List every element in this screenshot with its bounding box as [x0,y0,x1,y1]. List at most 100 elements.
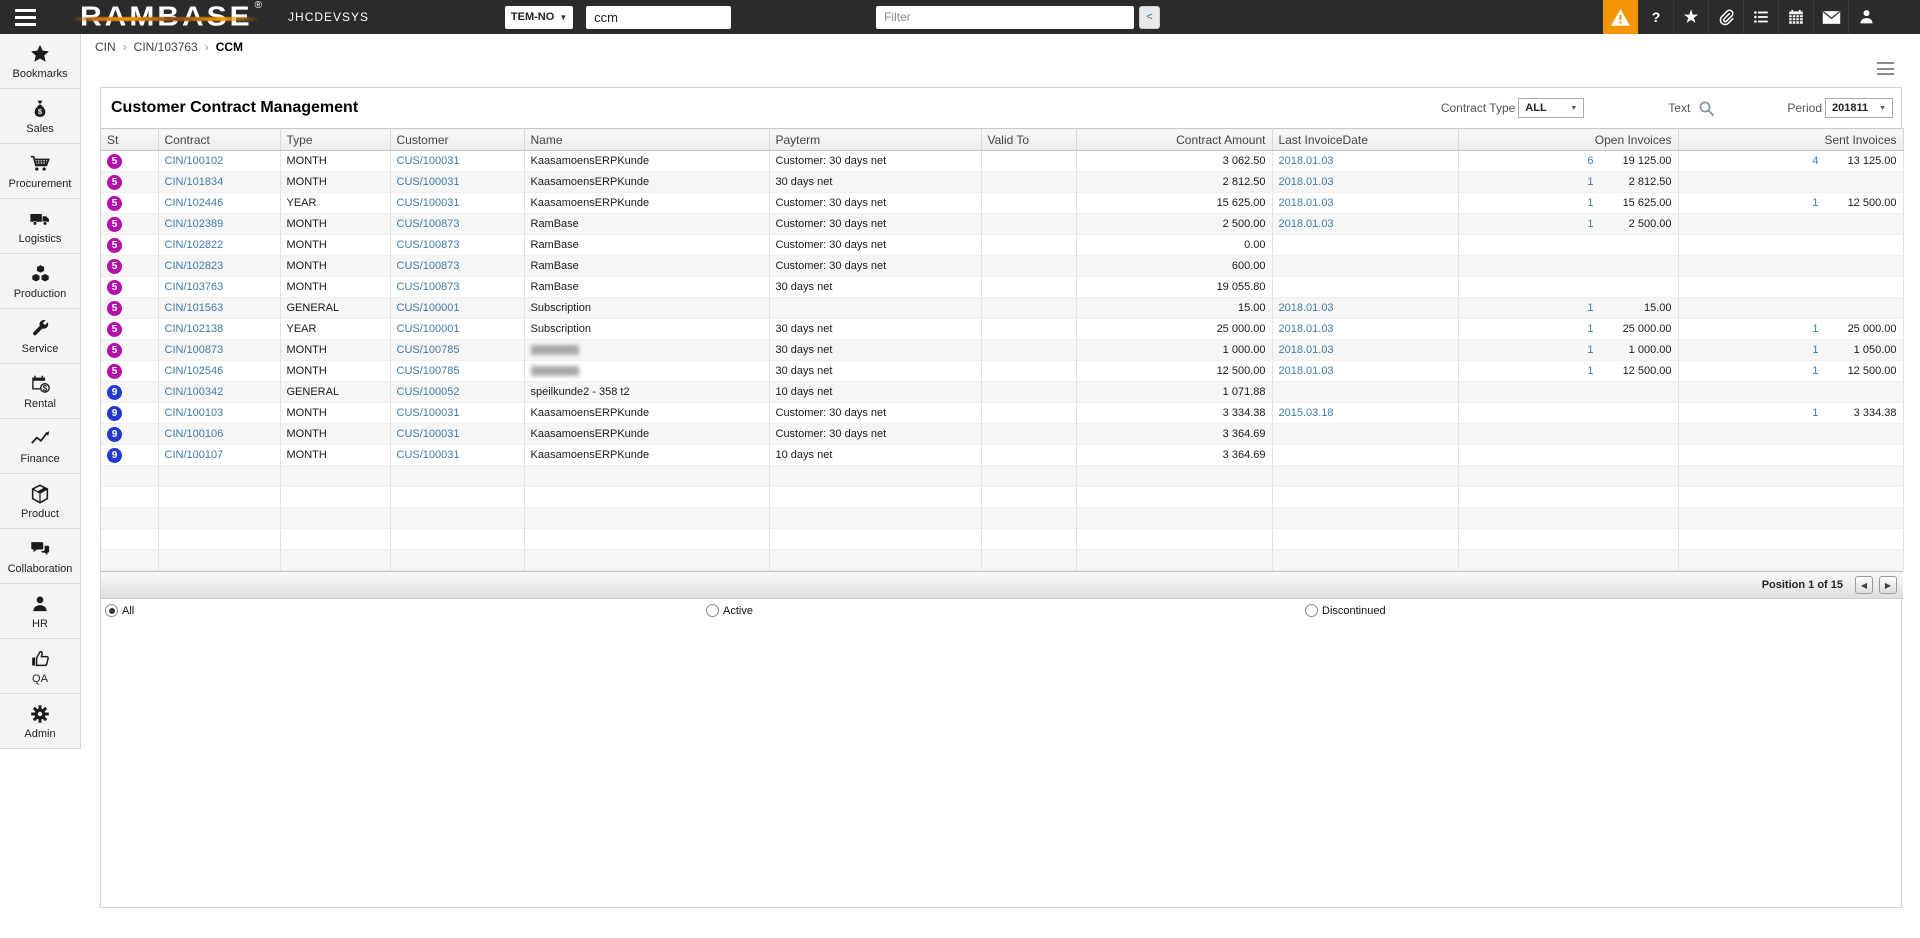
table-row[interactable]: 5 CIN/101834 MONTH CUS/100031 Kaasamoens… [101,171,1904,193]
col-header-type[interactable]: Type [280,128,391,151]
table-row[interactable]: 5 CIN/102389 MONTH CUS/100873 RamBase Cu… [101,213,1904,235]
sidebar-item-bookmarks[interactable]: Bookmarks [0,34,80,89]
sent-invoice-count-link[interactable]: 4 [1685,155,1818,167]
table-row[interactable]: 5 CIN/103763 MONTH CUS/100873 RamBase 30… [101,276,1904,298]
col-header-contract-amount[interactable]: Contract Amount [1076,128,1273,151]
customer-link[interactable]: CUS/100031 [397,428,460,440]
search-icon[interactable] [1698,100,1715,117]
invoice-date-link[interactable]: 2018.01.03 [1279,218,1334,230]
sent-invoice-count-link[interactable]: 1 [1685,407,1818,419]
invoice-date-link[interactable]: 2018.01.03 [1279,323,1334,335]
invoice-date-link[interactable]: 2018.01.03 [1279,176,1334,188]
table-row[interactable]: 5 CIN/102138 YEAR CUS/100001 Subscriptio… [101,318,1904,340]
open-invoice-count-link[interactable]: 1 [1465,344,1593,356]
attachments-icon-button[interactable] [1708,0,1743,34]
sidebar-item-collaboration[interactable]: Collaboration [0,529,80,584]
contract-type-dropdown[interactable]: ALL ▼ [1518,98,1585,118]
invoice-date-link[interactable]: 2018.01.03 [1279,365,1334,377]
user-icon-button[interactable] [1848,0,1883,34]
table-row[interactable]: 5 CIN/102822 MONTH CUS/100873 RamBase Cu… [101,234,1904,256]
sidebar-item-procurement[interactable]: Procurement [0,144,80,199]
col-header-name[interactable]: Name [524,128,770,151]
next-page-button[interactable]: ▶ [1879,576,1897,594]
invoice-date-link[interactable]: 2018.01.03 [1279,344,1334,356]
contract-link[interactable]: CIN/101834 [165,176,224,188]
sidebar-item-hr[interactable]: HR [0,584,80,639]
collapse-filter-button[interactable]: < [1139,5,1161,29]
breadcrumb-cin-103763[interactable]: CIN/103763 [134,40,198,54]
contract-link[interactable]: CIN/100873 [165,344,224,356]
contract-link[interactable]: CIN/100106 [165,428,224,440]
sidebar-item-finance[interactable]: Finance [0,419,80,474]
sidebar-item-service[interactable]: Service [0,309,80,364]
col-header-last-invoicedate[interactable]: Last InvoiceDate [1272,128,1459,151]
contract-link[interactable]: CIN/102546 [165,365,224,377]
sidebar-item-rental[interactable]: $ Rental [0,364,80,419]
main-menu-icon[interactable] [0,0,50,34]
sent-invoice-count-link[interactable]: 1 [1685,365,1818,377]
customer-link[interactable]: CUS/100873 [397,239,460,251]
invoice-date-link[interactable]: 2015.03.18 [1279,407,1334,419]
customer-link[interactable]: CUS/100001 [397,323,460,335]
table-row[interactable]: 5 CIN/101563 GENERAL CUS/100001 Subscrip… [101,297,1904,319]
table-row[interactable]: 9 CIN/100103 MONTH CUS/100031 Kaasamoens… [101,402,1904,424]
customer-link[interactable]: CUS/100052 [397,386,460,398]
contract-link[interactable]: CIN/100102 [165,155,224,167]
table-row[interactable]: 5 CIN/102823 MONTH CUS/100873 RamBase Cu… [101,255,1904,277]
table-row[interactable]: 5 CIN/102546 MONTH CUS/100785 30 days ne… [101,360,1904,382]
table-row[interactable]: 9 CIN/100106 MONTH CUS/100031 Kaasamoens… [101,423,1904,445]
alert-icon-button[interactable] [1603,0,1638,34]
table-row[interactable]: 5 CIN/100102 MONTH CUS/100031 Kaasamoens… [101,150,1904,172]
help-icon-button[interactable]: ? [1638,0,1673,34]
customer-link[interactable]: CUS/100873 [397,260,460,272]
favorites-icon-button[interactable]: ★ [1673,0,1708,34]
sent-invoice-count-link[interactable]: 1 [1685,197,1818,209]
col-header-open-invoices[interactable]: Open Invoices [1458,128,1679,151]
customer-link[interactable]: CUS/100785 [397,365,460,377]
contract-link[interactable]: CIN/102446 [165,197,224,209]
col-header-customer[interactable]: Customer [390,128,525,151]
contract-link[interactable]: CIN/100107 [165,449,224,461]
open-invoice-count-link[interactable]: 6 [1465,155,1593,167]
list-icon-button[interactable] [1743,0,1778,34]
sidebar-item-logistics[interactable]: Logistics [0,199,80,254]
col-header-payterm[interactable]: Payterm [769,128,982,151]
sidebar-item-sales[interactable]: $ Sales [0,89,80,144]
open-invoice-count-link[interactable]: 1 [1465,197,1593,209]
contract-link[interactable]: CIN/100103 [165,407,224,419]
contract-link[interactable]: CIN/103763 [165,281,224,293]
sidebar-item-admin[interactable]: Admin [0,694,80,749]
table-row[interactable]: 9 CIN/100342 GENERAL CUS/100052 speilkun… [101,381,1904,403]
table-row[interactable]: 5 CIN/102446 YEAR CUS/100031 KaasamoensE… [101,192,1904,214]
period-dropdown[interactable]: 201811 ▼ [1825,98,1893,118]
open-invoice-count-link[interactable]: 1 [1465,302,1593,314]
sidebar-item-qa[interactable]: QA [0,639,80,694]
radio-all[interactable]: All [105,604,134,617]
sidebar-item-production[interactable]: Production [0,254,80,309]
customer-link[interactable]: CUS/100031 [397,449,460,461]
col-header-valid-to[interactable]: Valid To [981,128,1077,151]
customer-link[interactable]: CUS/100001 [397,302,460,314]
table-row[interactable]: 9 CIN/100107 MONTH CUS/100031 Kaasamoens… [101,444,1904,466]
calendar-icon-button[interactable] [1778,0,1813,34]
table-row[interactable]: 5 CIN/100873 MONTH CUS/100785 30 days ne… [101,339,1904,361]
open-invoice-count-link[interactable]: 1 [1465,218,1593,230]
contract-link[interactable]: CIN/100342 [165,386,224,398]
contract-link[interactable]: CIN/102389 [165,218,224,230]
col-header-sent-invoices[interactable]: Sent Invoices [1678,128,1904,151]
open-invoice-count-link[interactable]: 1 [1465,176,1593,188]
global-search-input[interactable] [586,5,732,29]
invoice-date-link[interactable]: 2018.01.03 [1279,197,1334,209]
open-invoice-count-link[interactable]: 1 [1465,323,1593,335]
breadcrumb-cin[interactable]: CIN [95,40,116,54]
messages-icon-button[interactable] [1813,0,1848,34]
customer-link[interactable]: CUS/100031 [397,176,460,188]
sent-invoice-count-link[interactable]: 1 [1685,323,1818,335]
customer-link[interactable]: CUS/100031 [397,407,460,419]
sent-invoice-count-link[interactable]: 1 [1685,344,1818,356]
contract-link[interactable]: CIN/101563 [165,302,224,314]
contract-link[interactable]: CIN/102138 [165,323,224,335]
invoice-date-link[interactable]: 2018.01.03 [1279,302,1334,314]
col-header-contract[interactable]: Contract [158,128,281,151]
customer-link[interactable]: CUS/100873 [397,281,460,293]
